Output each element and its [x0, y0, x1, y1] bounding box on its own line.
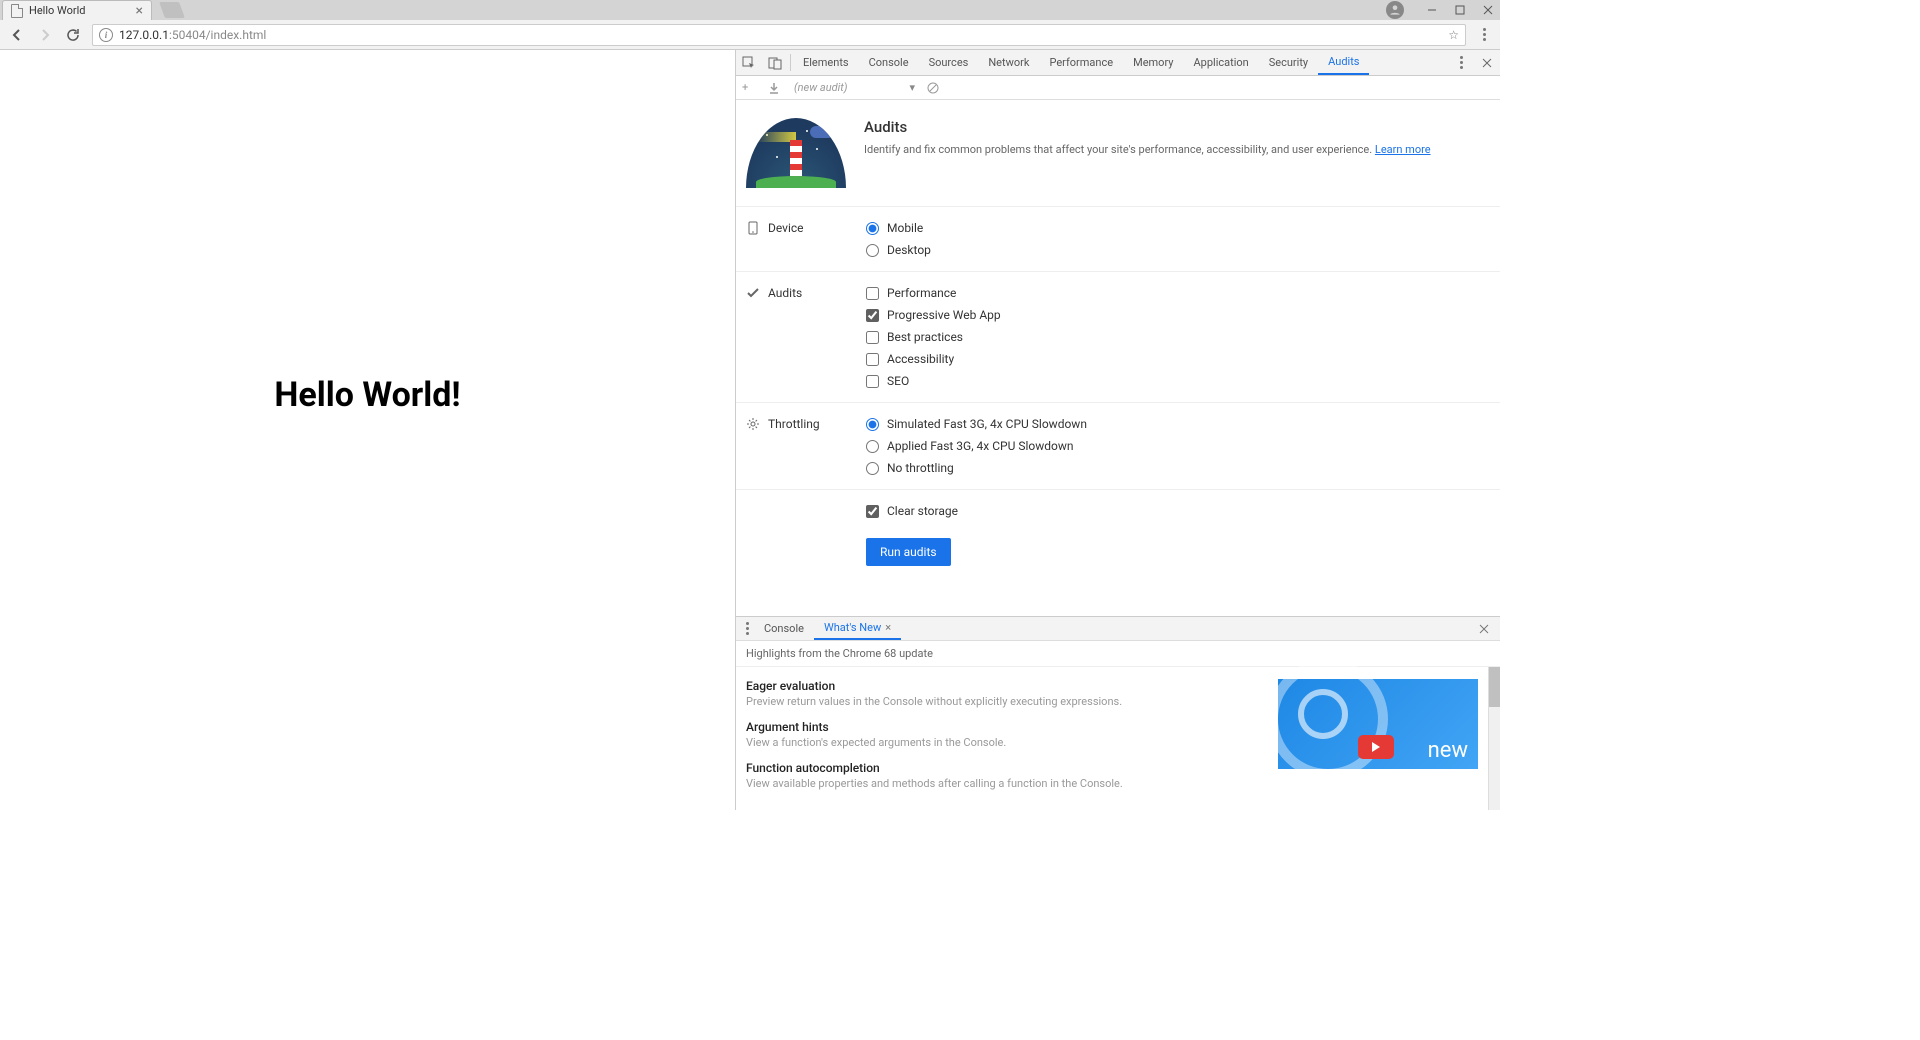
devtools-tab-sources[interactable]: Sources: [919, 50, 979, 75]
devtools-tab-performance[interactable]: Performance: [1039, 50, 1123, 75]
drawer-tabbar: Console What's New ×: [736, 617, 1500, 641]
audit-option-best-practices[interactable]: Best practices: [866, 330, 1490, 344]
devtools-tabbar: Elements Console Sources Network Perform…: [736, 50, 1500, 76]
learn-more-link[interactable]: Learn more: [1375, 143, 1431, 156]
devtools-tab-network[interactable]: Network: [978, 50, 1039, 75]
clear-icon[interactable]: [927, 82, 941, 94]
drawer-tab-console[interactable]: Console: [754, 617, 814, 640]
audit-option-accessibility[interactable]: Accessibility: [866, 352, 1490, 366]
throttling-option-applied[interactable]: Applied Fast 3G, 4x CPU Slowdown: [866, 439, 1490, 453]
devtools-panel: Elements Console Sources Network Perform…: [735, 50, 1500, 810]
drawer-menu-icon[interactable]: [740, 622, 754, 635]
bookmark-star-icon[interactable]: ☆: [1448, 28, 1459, 42]
window-close-icon[interactable]: [1482, 4, 1494, 16]
throttling-section: Throttling Simulated Fast 3G, 4x CPU Slo…: [736, 402, 1500, 489]
devtools-tab-application[interactable]: Application: [1183, 50, 1258, 75]
drawer-tab-close-icon[interactable]: ×: [885, 621, 891, 634]
throttling-option-none[interactable]: No throttling: [866, 461, 1490, 475]
highlight-item: Argument hints View a function's expecte…: [746, 720, 1258, 757]
device-label: Device: [768, 221, 804, 235]
back-button[interactable]: [8, 26, 26, 44]
highlight-item: Eager evaluation Preview return values i…: [746, 679, 1258, 716]
audit-selector-label[interactable]: (new audit): [794, 81, 847, 94]
audits-section: Audits Performance Progressive Web App B…: [736, 271, 1500, 402]
new-audit-icon[interactable]: +: [742, 81, 756, 94]
window-titlebar: [0, 0, 1500, 20]
storage-section: Clear storage: [736, 489, 1500, 532]
browser-menu-icon[interactable]: [1476, 28, 1492, 41]
inspect-element-icon[interactable]: [736, 50, 762, 75]
drawer-close-icon[interactable]: [1472, 617, 1496, 640]
device-section: Device Mobile Desktop: [736, 206, 1500, 271]
lighthouse-illustration-icon: [746, 118, 846, 188]
play-icon: [1358, 735, 1394, 759]
drawer-scrollbar[interactable]: [1488, 667, 1500, 810]
device-icon: [746, 221, 760, 235]
url-text: 127.0.0.1:50404/index.html: [119, 28, 266, 42]
whats-new-video-thumbnail[interactable]: new: [1278, 679, 1478, 769]
browser-toolbar: i 127.0.0.1:50404/index.html ☆: [0, 20, 1500, 50]
browser-tab[interactable]: Hello World ×: [2, 0, 152, 20]
user-profile-icon[interactable]: [1386, 1, 1404, 19]
devtools-tab-security[interactable]: Security: [1259, 50, 1318, 75]
download-icon[interactable]: [768, 82, 782, 94]
device-toolbar-icon[interactable]: [762, 50, 788, 75]
site-info-icon[interactable]: i: [99, 28, 113, 42]
clear-storage-checkbox[interactable]: Clear storage: [866, 504, 1490, 518]
address-bar[interactable]: i 127.0.0.1:50404/index.html ☆: [92, 24, 1466, 46]
forward-button[interactable]: [36, 26, 54, 44]
drawer-tab-whatsnew[interactable]: What's New ×: [814, 617, 901, 640]
tab-close-icon[interactable]: ×: [136, 4, 143, 18]
highlight-item: Function autocompletion View available p…: [746, 761, 1258, 798]
run-audits-button[interactable]: Run audits: [866, 538, 951, 566]
devtools-tab-audits[interactable]: Audits: [1318, 50, 1369, 75]
audits-label: Audits: [768, 286, 802, 300]
throttling-label: Throttling: [768, 417, 820, 431]
promo-text: new: [1428, 738, 1468, 763]
tab-title: Hello World: [29, 4, 130, 17]
audit-option-seo[interactable]: SEO: [866, 374, 1490, 388]
device-option-desktop[interactable]: Desktop: [866, 243, 1490, 257]
drawer-subtitle: Highlights from the Chrome 68 update: [736, 641, 1500, 667]
throttling-option-simulated[interactable]: Simulated Fast 3G, 4x CPU Slowdown: [866, 417, 1490, 431]
devtools-menu-icon[interactable]: [1448, 50, 1474, 75]
audits-intro: Audits Identify and fix common problems …: [736, 110, 1500, 206]
dropdown-arrow-icon[interactable]: ▾: [909, 81, 915, 94]
audits-description: Identify and fix common problems that af…: [864, 142, 1431, 159]
device-option-mobile[interactable]: Mobile: [866, 221, 1490, 235]
check-icon: [746, 286, 760, 300]
page-favicon-icon: [11, 4, 23, 18]
devtools-drawer: Console What's New × Highlights from the…: [736, 616, 1500, 810]
audits-heading: Audits: [864, 118, 1431, 136]
devtools-close-icon[interactable]: [1474, 50, 1500, 75]
window-minimize-icon[interactable]: [1426, 4, 1438, 16]
audits-toolbar: + (new audit) ▾: [736, 76, 1500, 100]
page-heading: Hello World!: [274, 375, 460, 415]
audit-option-performance[interactable]: Performance: [866, 286, 1490, 300]
reload-button[interactable]: [64, 26, 82, 44]
whats-new-list: Eager evaluation Preview return values i…: [746, 679, 1258, 798]
audit-option-pwa[interactable]: Progressive Web App: [866, 308, 1490, 322]
devtools-tab-elements[interactable]: Elements: [793, 50, 859, 75]
audits-body: Audits Identify and fix common problems …: [736, 100, 1500, 616]
gear-icon: [746, 417, 760, 431]
page-content: Hello World!: [0, 50, 735, 810]
window-maximize-icon[interactable]: [1454, 4, 1466, 16]
devtools-tab-memory[interactable]: Memory: [1123, 50, 1183, 75]
devtools-tab-console[interactable]: Console: [859, 50, 919, 75]
